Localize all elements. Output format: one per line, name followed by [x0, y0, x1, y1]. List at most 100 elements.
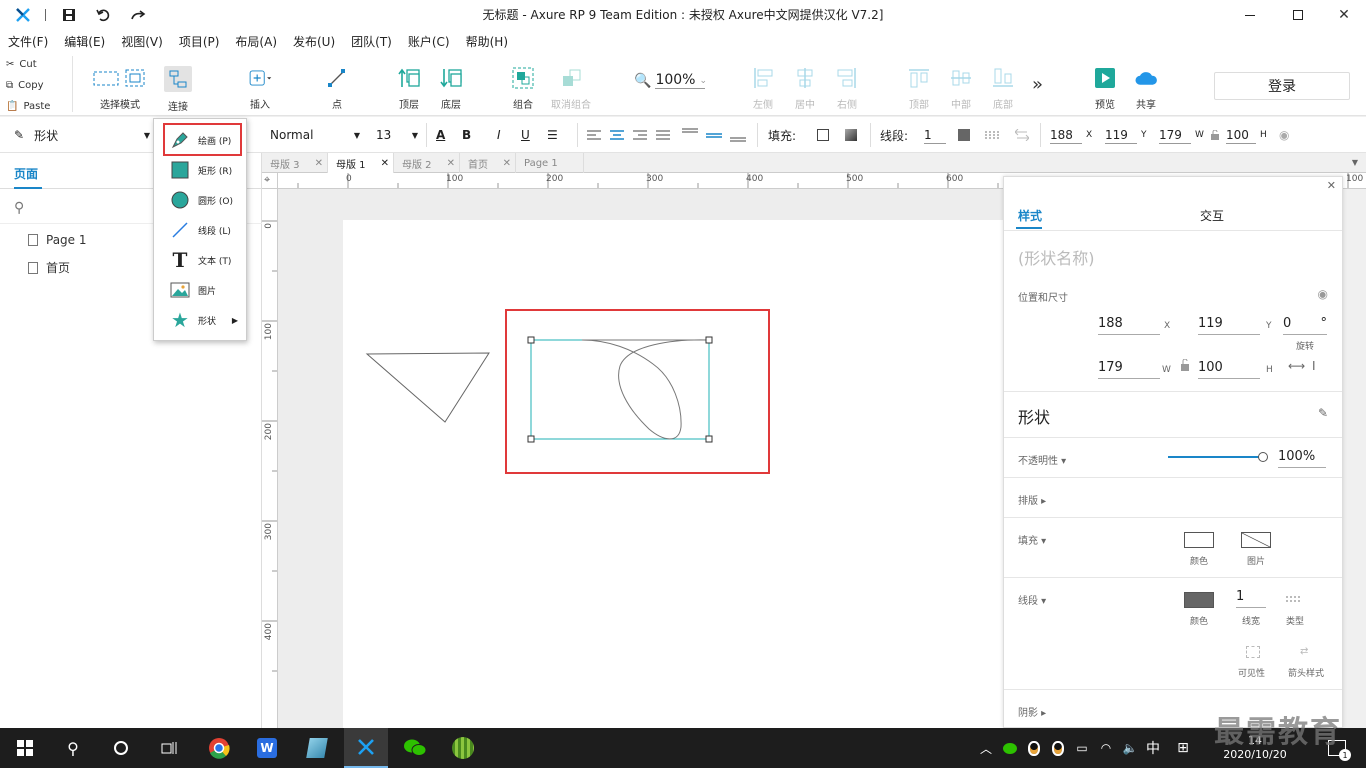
close-button[interactable]: ✕ — [1332, 4, 1356, 26]
fit-height-icon[interactable]: Ⅰ — [1312, 359, 1316, 373]
fill-color-swatch[interactable] — [817, 117, 829, 153]
close-icon[interactable]: ✕ — [447, 158, 455, 169]
zoom-control[interactable]: 🔍 100% ⌄ — [634, 72, 707, 89]
align-bottom-button[interactable]: 底部 — [975, 66, 1031, 111]
menu-edit[interactable]: 编辑(E) — [64, 33, 105, 50]
opacity-label[interactable]: 不透明性 ▾ — [1018, 452, 1066, 467]
copy-button[interactable]: ⧉ Copy — [6, 75, 44, 95]
text-menu-item[interactable]: T 文本 (T) — [154, 246, 248, 274]
send-to-back-button[interactable]: 底层 — [423, 66, 479, 111]
qq-tray-icon-2[interactable] — [1048, 728, 1068, 768]
stroke-color-swatch[interactable] — [958, 117, 970, 153]
connect-button[interactable]: 连接 — [150, 66, 206, 113]
underline-icon[interactable]: U — [521, 117, 530, 153]
chrome-icon[interactable] — [200, 728, 238, 768]
font-style-dropdown[interactable]: Normal ▼ — [270, 117, 360, 153]
stroke-pattern-icon[interactable] — [985, 117, 1001, 153]
tab-master-3[interactable]: 母版 3 ✕ — [262, 153, 328, 173]
cortana-icon[interactable] — [104, 728, 138, 768]
visibility-icon[interactable] — [1246, 646, 1260, 658]
login-button[interactable]: 登录 — [1214, 72, 1350, 100]
inspector-h-input[interactable]: 100 — [1198, 357, 1260, 379]
select-mode-button[interactable]: 选择模式 — [91, 66, 149, 111]
menu-view[interactable]: 视图(V) — [121, 33, 163, 50]
draw-menu-item[interactable]: 绘画 (P) — [154, 126, 248, 154]
bold-icon[interactable]: B — [462, 117, 471, 153]
line-menu-item[interactable]: 线段 (L) — [154, 216, 248, 244]
eye-icon[interactable]: ◉ — [1279, 117, 1289, 153]
stroke-width-value[interactable]: 1 — [1236, 586, 1266, 608]
valign-bottom-icon[interactable] — [730, 117, 746, 153]
close-icon[interactable]: ✕ — [1327, 179, 1336, 192]
valign-top-icon[interactable] — [682, 117, 698, 153]
keyboard-icon[interactable]: ⊞ — [1172, 728, 1194, 768]
menu-project[interactable]: 项目(P) — [179, 33, 220, 50]
close-icon[interactable]: ✕ — [381, 158, 389, 169]
page-item[interactable]: 首页 — [28, 259, 70, 276]
fill-color-button[interactable] — [1184, 532, 1214, 548]
layout-label[interactable]: 排版 ▸ — [1018, 492, 1046, 507]
inspector-w-input[interactable]: 179 — [1098, 357, 1160, 379]
stroke-color-button[interactable] — [1184, 592, 1214, 608]
inspector-y-input[interactable]: 119 — [1198, 313, 1260, 335]
text-justify-icon[interactable] — [656, 117, 670, 153]
qq-tray-icon[interactable] — [1024, 728, 1044, 768]
wifi-icon[interactable]: ◠ — [1096, 728, 1116, 768]
menu-help[interactable]: 帮助(H) — [466, 33, 508, 50]
align-right-button[interactable]: 右侧 — [819, 66, 875, 111]
shape-menu-item[interactable]: ★ 形状 ▶ — [154, 306, 248, 334]
axure-taskbar-icon[interactable] — [344, 728, 388, 768]
lock-icon[interactable] — [1180, 358, 1190, 374]
design-canvas[interactable] — [278, 189, 1003, 728]
stroke-type-icon[interactable] — [1286, 594, 1302, 608]
circle-menu-item[interactable]: 圆形 (O) — [154, 186, 248, 214]
bullet-list-icon[interactable]: ☰ — [547, 117, 558, 153]
opacity-slider[interactable] — [1168, 456, 1264, 458]
format-x-input[interactable]: 188 X — [1050, 117, 1092, 153]
arrow-style-icon[interactable]: ⇄ — [1300, 646, 1308, 657]
opacity-slider-handle[interactable] — [1258, 452, 1268, 462]
task-view-icon[interactable] — [152, 728, 186, 768]
image-menu-item[interactable]: 图片 — [154, 276, 248, 304]
rotation-input[interactable]: 0 ° — [1283, 313, 1327, 335]
search-icon[interactable]: ⚲ — [56, 728, 90, 768]
tab-master-2[interactable]: 母版 2 ✕ — [394, 153, 460, 173]
paste-button[interactable]: 📋 Paste — [6, 96, 50, 116]
pages-tab[interactable]: 页面 — [14, 165, 38, 182]
menu-file[interactable]: 文件(F) — [8, 33, 48, 50]
app-green-icon[interactable] — [444, 728, 482, 768]
text-align-right-icon[interactable] — [633, 117, 647, 153]
fit-width-icon[interactable]: ⟷ — [1288, 359, 1305, 373]
cut-button[interactable]: ✂ Cut — [6, 54, 37, 74]
edit-style-icon[interactable]: ✎ — [1318, 406, 1328, 420]
rectangle-menu-item[interactable]: 矩形 (R) — [154, 156, 248, 184]
stroke-width-input[interactable]: 1 — [924, 117, 946, 153]
close-icon[interactable]: ✕ — [503, 158, 511, 169]
stroke-section-label[interactable]: 线段 ▾ — [1018, 592, 1046, 607]
arrow-style-icon[interactable] — [1015, 117, 1029, 153]
battery-icon[interactable]: ▭ — [1072, 728, 1092, 768]
volume-icon[interactable]: 🔈 — [1120, 728, 1140, 768]
close-icon[interactable]: ✕ — [315, 158, 323, 169]
italic-icon[interactable]: I — [497, 117, 501, 153]
tab-master-1[interactable]: 母版 1 ✕ — [328, 153, 394, 173]
format-y-input[interactable]: 119 Y — [1105, 117, 1147, 153]
text-align-left-icon[interactable] — [587, 117, 601, 153]
point-button[interactable]: 点 — [309, 66, 365, 111]
wps-writer-icon[interactable]: W — [248, 728, 286, 768]
text-align-center-icon[interactable] — [610, 117, 624, 153]
page-item[interactable]: Page 1 — [28, 233, 87, 247]
maximize-button[interactable] — [1286, 4, 1310, 26]
inspector-x-input[interactable]: 188 — [1098, 313, 1160, 335]
tray-expand-icon[interactable]: ︿ — [976, 728, 996, 768]
menu-account[interactable]: 账户(C) — [408, 33, 450, 50]
wechat-icon[interactable] — [396, 728, 434, 768]
shape-name-field[interactable]: (形状名称) — [1018, 245, 1095, 269]
menu-publish[interactable]: 发布(U) — [293, 33, 335, 50]
opacity-value[interactable]: 100% — [1278, 446, 1326, 468]
shadow-swatch[interactable] — [845, 117, 857, 153]
menu-team[interactable]: 团队(T) — [351, 33, 392, 50]
eye-icon[interactable]: ◉ — [1318, 287, 1328, 301]
ungroup-button[interactable]: 取消组合 — [543, 66, 599, 111]
format-w-input[interactable]: 179 W — [1159, 117, 1204, 153]
